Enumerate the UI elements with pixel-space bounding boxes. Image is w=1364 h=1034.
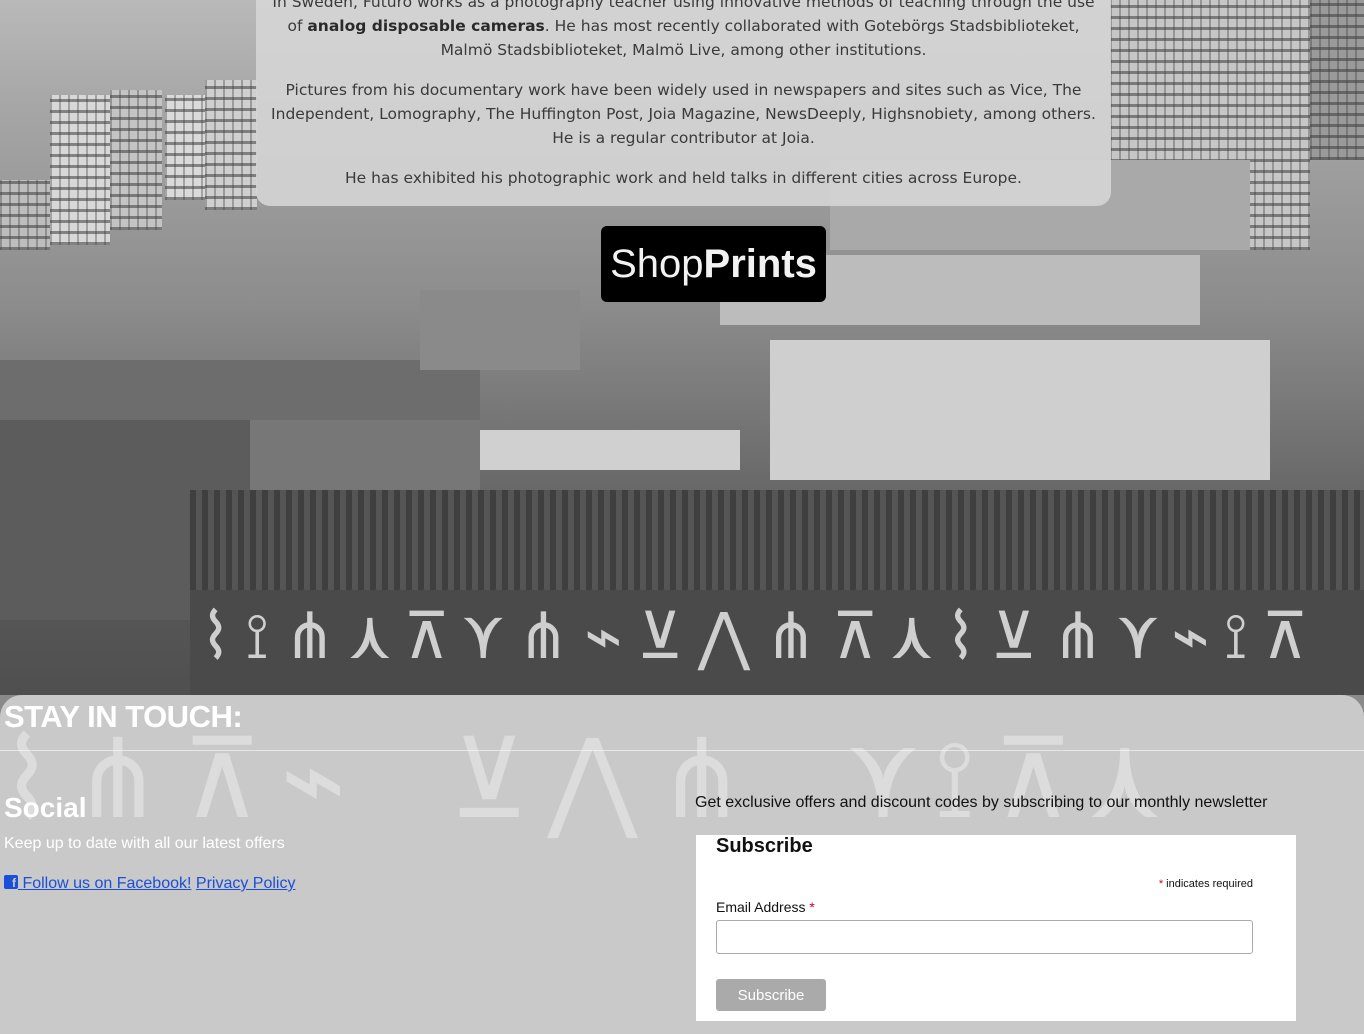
bio-paragraph-1: In Sweden, Futuro works as a photography… <box>272 0 1095 59</box>
newsletter-intro: Get exclusive offers and discount codes … <box>695 794 1268 811</box>
bio-highlight: analog disposable cameras <box>307 17 545 35</box>
privacy-policy-link[interactable]: Privacy Policy <box>196 875 296 892</box>
social-links: f Follow us on Facebook! Privacy Policy <box>4 875 295 893</box>
shop-prints-label-bold: Prints <box>703 241 817 286</box>
shop-prints-button[interactable]: Shop Prints <box>601 226 826 302</box>
subscribe-form: Subscribe * indicates required Email Add… <box>696 835 1296 1021</box>
footer-divider <box>0 750 1364 751</box>
facebook-square-icon: f <box>4 875 18 889</box>
subscribe-button[interactable]: Subscribe <box>716 979 826 1011</box>
stay-in-touch-title: STAY IN TOUCH: <box>4 699 243 734</box>
email-label: Email Address * <box>716 899 815 915</box>
required-asterisk: * <box>1158 878 1164 890</box>
social-description: Keep up to date with all our latest offe… <box>4 835 285 852</box>
facebook-link[interactable]: f Follow us on Facebook! <box>4 875 191 892</box>
required-asterisk: * <box>809 899 815 915</box>
social-heading: Social <box>4 792 87 823</box>
bio-card: In Sweden, Futuro works as a photography… <box>256 0 1111 206</box>
email-input[interactable] <box>716 920 1253 954</box>
shop-prints-label-light: Shop <box>610 241 704 286</box>
subscribe-form-title: Subscribe <box>716 835 813 857</box>
bio-paragraph-3: He has exhibited his photographic work a… <box>345 169 1022 187</box>
bio-paragraph-2: Pictures from his documentary work have … <box>271 81 1096 147</box>
footer: ⌇⋔⊼⌁ ⊻⋀⋔ ⋎⟟⊼⋏ STAY IN TOUCH: Social Keep… <box>0 695 1364 1034</box>
required-note: * indicates required <box>1158 878 1253 890</box>
